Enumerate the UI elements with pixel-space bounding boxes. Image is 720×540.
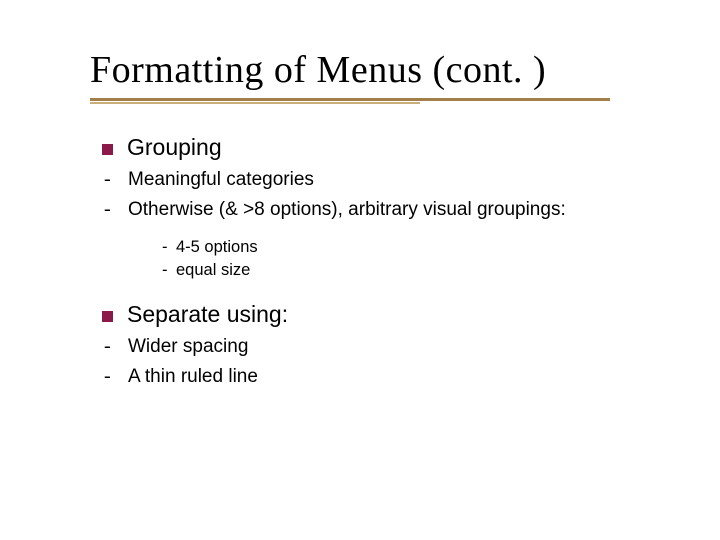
subbullet-otherwise: - Otherwise (& >8 options), arbitrary vi…: [102, 197, 670, 223]
square-bullet-icon: [102, 311, 113, 322]
dash-bullet-icon: -: [162, 236, 176, 258]
item-text: Wider spacing: [128, 334, 248, 360]
bullet-separate: Separate using:: [102, 299, 670, 330]
dash-bullet-icon: -: [162, 259, 176, 281]
slide-body: Grouping - Meaningful categories - Other…: [102, 132, 670, 389]
bullet-grouping: Grouping: [102, 132, 670, 163]
dash-bullet-icon: -: [104, 168, 116, 191]
slide: Formatting of Menus (cont. ) Grouping - …: [0, 0, 720, 540]
subbullet-thin-line: - A thin ruled line: [102, 364, 670, 390]
subbullet-wider-spacing: - Wider spacing: [102, 334, 670, 360]
heading-text: Separate using:: [127, 299, 288, 330]
subbullet-meaningful: - Meaningful categories: [102, 167, 670, 193]
nested-text: equal size: [176, 259, 250, 281]
item-text: Otherwise (& >8 options), arbitrary visu…: [128, 197, 566, 223]
nested-item: - 4-5 options: [162, 236, 670, 258]
nested-list: - 4-5 options - equal size: [162, 236, 670, 281]
item-text: A thin ruled line: [128, 364, 258, 390]
nested-item: - equal size: [162, 259, 670, 281]
dash-bullet-icon: -: [104, 365, 116, 388]
square-bullet-icon: [102, 144, 113, 155]
dash-bullet-icon: -: [104, 198, 116, 221]
heading-text: Grouping: [127, 132, 222, 163]
item-text: Meaningful categories: [128, 167, 314, 193]
title-rule: [90, 98, 670, 104]
slide-title: Formatting of Menus (cont. ): [90, 48, 670, 92]
nested-text: 4-5 options: [176, 236, 258, 258]
dash-bullet-icon: -: [104, 335, 116, 358]
